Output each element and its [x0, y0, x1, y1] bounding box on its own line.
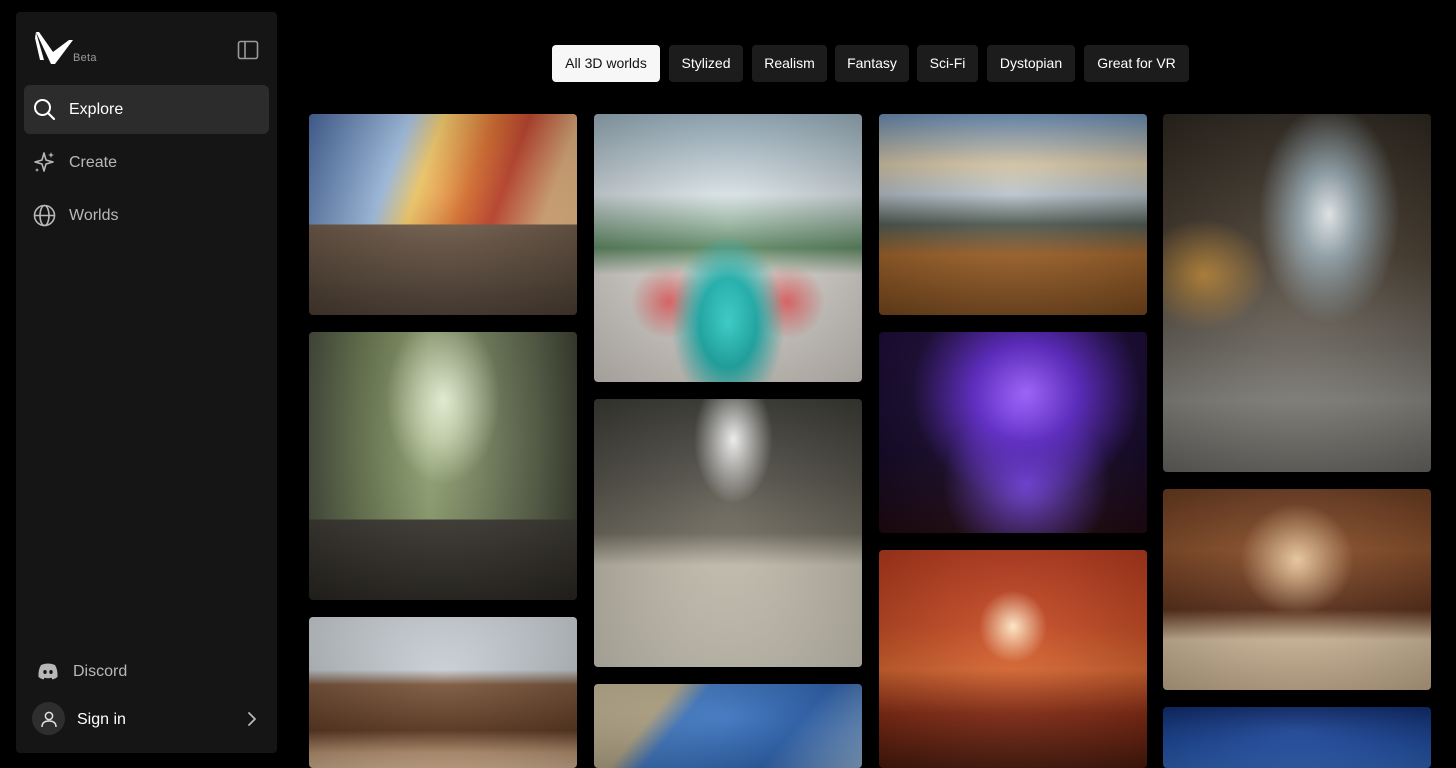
world-card-image[interactable]	[594, 114, 862, 382]
world-card-image[interactable]	[879, 332, 1147, 533]
filter-chip-fantasy[interactable]: Fantasy	[835, 45, 909, 82]
world-card-image[interactable]	[1163, 489, 1431, 690]
filter-chip-stylized[interactable]: Stylized	[669, 45, 743, 82]
filter-chip-sci-fi[interactable]: Sci-Fi	[917, 45, 978, 82]
sign-in-label: Sign in	[77, 711, 126, 728]
sparkle-icon	[34, 152, 54, 172]
filter-chip-dystopian[interactable]: Dystopian	[987, 45, 1075, 82]
logo-icon	[35, 32, 73, 64]
filter-chip-great-for-vr[interactable]: Great for VR	[1084, 45, 1189, 82]
discord-label: Discord	[73, 663, 128, 680]
nav-item-worlds[interactable]: Worlds	[24, 191, 269, 240]
world-card-image[interactable]	[594, 399, 862, 667]
world-card-image[interactable]	[309, 332, 577, 600]
beta-badge: Beta	[73, 52, 97, 64]
world-card-image[interactable]	[309, 114, 577, 315]
nav-item-label: Create	[69, 154, 118, 171]
search-icon	[34, 99, 56, 121]
world-card-image[interactable]	[879, 550, 1147, 768]
sidebar: Beta Explore Create Worlds Discord Sign …	[16, 12, 277, 753]
globe-icon	[33, 204, 56, 227]
nav-item-create[interactable]: Create	[24, 138, 269, 187]
world-card-image[interactable]	[309, 617, 577, 768]
avatar	[32, 702, 65, 735]
chevron-right-icon	[248, 712, 256, 726]
filter-chip-all-3d-worlds[interactable]: All 3D worlds	[552, 45, 660, 82]
discord-link[interactable]: Discord	[32, 656, 262, 686]
world-card-image[interactable]	[594, 684, 862, 768]
world-card-image[interactable]	[1163, 707, 1431, 768]
sign-in-button[interactable]: Sign in	[32, 702, 262, 738]
app-root: Beta Explore Create Worlds Discord Sign …	[0, 0, 1456, 768]
user-icon	[40, 711, 57, 727]
nav-item-explore[interactable]: Explore	[24, 85, 269, 134]
collapse-sidebar-button[interactable]	[236, 38, 260, 62]
filter-chip-realism[interactable]: Realism	[752, 45, 827, 82]
brand-logo[interactable]	[33, 30, 83, 70]
sidebar-toggle-icon	[237, 40, 259, 60]
discord-icon	[38, 663, 58, 680]
world-card-image[interactable]	[879, 114, 1147, 315]
world-card-image[interactable]	[1163, 114, 1431, 472]
nav-item-label: Explore	[69, 101, 124, 118]
nav-item-label: Worlds	[69, 207, 119, 224]
